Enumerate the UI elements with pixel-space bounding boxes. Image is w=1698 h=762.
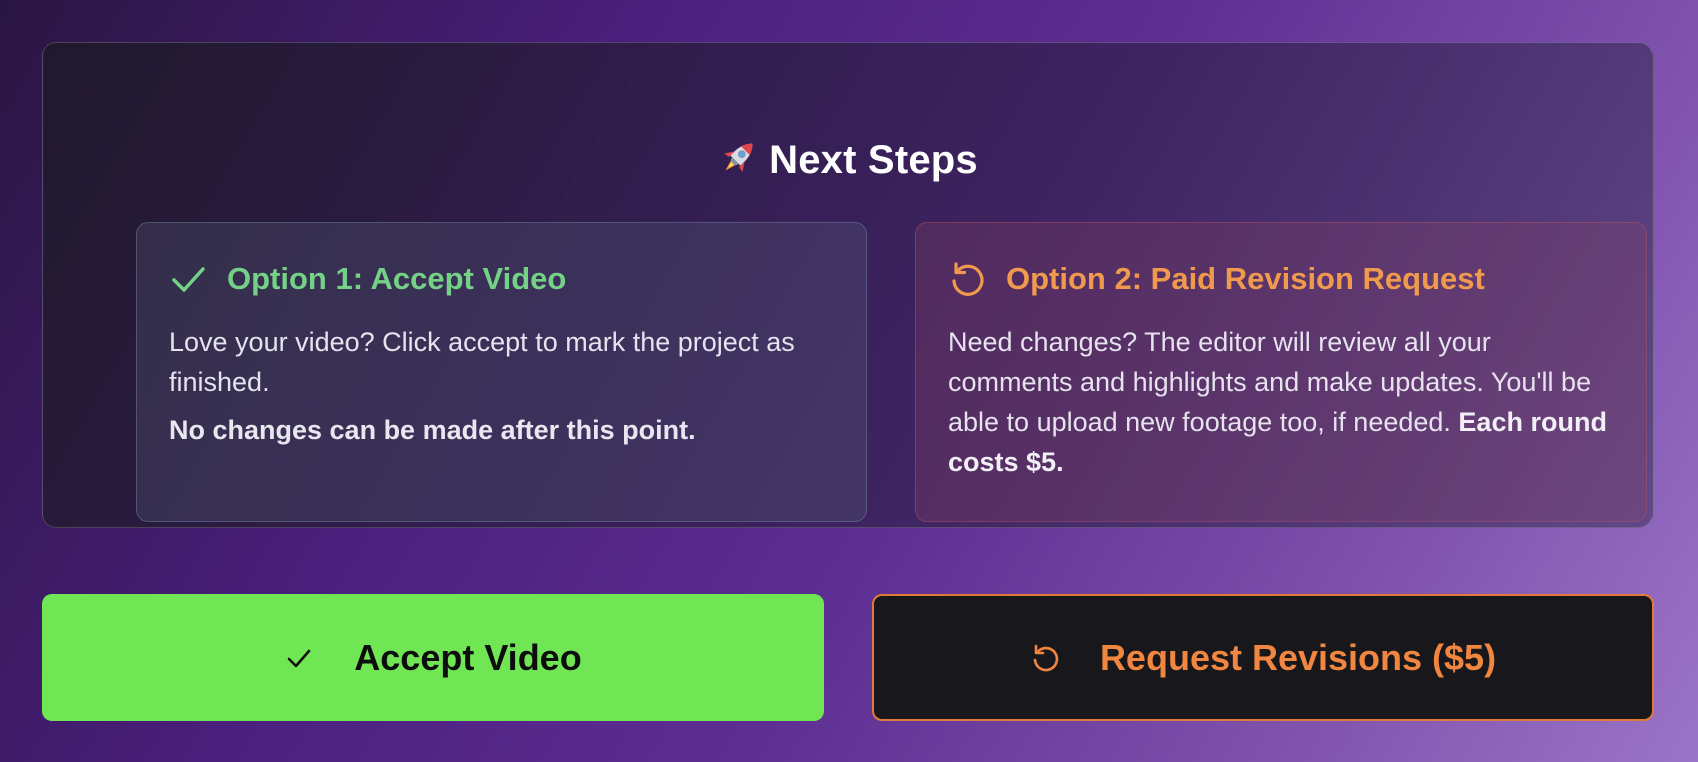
option-accept-heading-text: Option 1: Accept Video [227, 261, 567, 296]
check-icon [172, 267, 205, 292]
refresh-icon [1033, 644, 1059, 671]
refresh-icon [952, 262, 984, 296]
option-revision-heading: Option 2: Paid Revision Request [948, 260, 1614, 298]
option-accept-card: Option 1: Accept Video Love your video? … [136, 222, 867, 522]
option-revision-card: Option 2: Paid Revision Request Need cha… [915, 222, 1647, 522]
next-steps-panel: Next Steps Option 1: Accept Video Love y… [42, 42, 1653, 528]
option-revision-description: Need changes? The editor will review all… [948, 322, 1614, 482]
rocket-icon [724, 143, 753, 172]
option-accept-warning: No changes can be made after this point. [169, 415, 696, 445]
accept-video-button-label: Accept Video [354, 636, 582, 678]
request-revisions-button-label: Request Revisions ($5) [1099, 636, 1497, 678]
option-accept-description: Love your video? Click accept to mark th… [169, 327, 795, 397]
check-icon [287, 649, 311, 667]
panel-title-text: Next Steps [769, 138, 978, 182]
panel-title: Next Steps [43, 135, 1652, 183]
accept-video-button[interactable]: Accept Video [42, 594, 824, 721]
option-accept-heading: Option 1: Accept Video [169, 260, 834, 298]
request-revisions-button[interactable]: Request Revisions ($5) [872, 594, 1654, 721]
option-revision-heading-text: Option 2: Paid Revision Request [1006, 261, 1485, 296]
